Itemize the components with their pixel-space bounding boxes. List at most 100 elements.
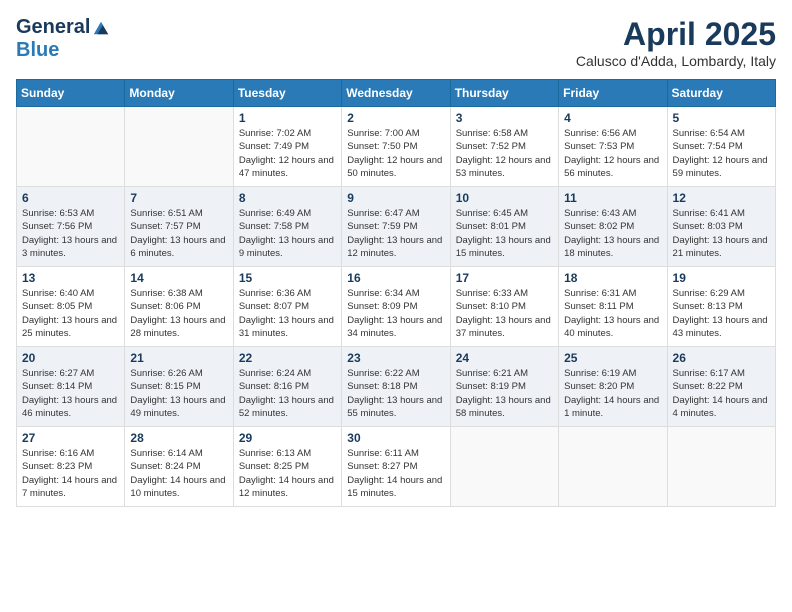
day-number: 18 [564, 271, 661, 285]
day-info: Sunrise: 6:41 AMSunset: 8:03 PMDaylight:… [673, 207, 770, 260]
day-number: 16 [347, 271, 444, 285]
calendar-cell: 15 Sunrise: 6:36 AMSunset: 8:07 PMDayligh… [233, 267, 341, 347]
calendar-cell: 2 Sunrise: 7:00 AMSunset: 7:50 PMDaylight… [342, 107, 450, 187]
day-info: Sunrise: 6:22 AMSunset: 8:18 PMDaylight:… [347, 367, 444, 420]
calendar-cell [667, 427, 775, 507]
day-info: Sunrise: 6:40 AMSunset: 8:05 PMDaylight:… [22, 287, 119, 340]
day-number: 8 [239, 191, 336, 205]
day-info: Sunrise: 6:27 AMSunset: 8:14 PMDaylight:… [22, 367, 119, 420]
day-info: Sunrise: 6:14 AMSunset: 8:24 PMDaylight:… [130, 447, 227, 500]
day-number: 2 [347, 111, 444, 125]
calendar-cell [450, 427, 558, 507]
calendar-cell: 4 Sunrise: 6:56 AMSunset: 7:53 PMDaylight… [559, 107, 667, 187]
day-info: Sunrise: 6:19 AMSunset: 8:20 PMDaylight:… [564, 367, 661, 420]
calendar-cell: 16 Sunrise: 6:34 AMSunset: 8:09 PMDayligh… [342, 267, 450, 347]
day-info: Sunrise: 6:38 AMSunset: 8:06 PMDaylight:… [130, 287, 227, 340]
day-info: Sunrise: 6:47 AMSunset: 7:59 PMDaylight:… [347, 207, 444, 260]
day-number: 7 [130, 191, 227, 205]
calendar-cell: 28 Sunrise: 6:14 AMSunset: 8:24 PMDayligh… [125, 427, 233, 507]
calendar-cell: 21Sunrise: 6:26 AMSunset: 8:15 PMDayligh… [125, 347, 233, 427]
week-row: 1Sunrise: 7:02 AMSunset: 7:49 PMDaylight… [17, 107, 776, 187]
calendar-cell: 25 Sunrise: 6:19 AMSunset: 8:20 PMDayligh… [559, 347, 667, 427]
week-row: 13 Sunrise: 6:40 AMSunset: 8:05 PMDayligh… [17, 267, 776, 347]
day-number: 10 [456, 191, 553, 205]
day-info: Sunrise: 6:31 AMSunset: 8:11 PMDaylight:… [564, 287, 661, 340]
day-info: Sunrise: 6:53 AMSunset: 7:56 PMDaylight:… [22, 207, 119, 260]
day-number: 11 [564, 191, 661, 205]
calendar-cell: 3 Sunrise: 6:58 AMSunset: 7:52 PMDaylight… [450, 107, 558, 187]
day-number: 15 [239, 271, 336, 285]
day-info: Sunrise: 7:02 AMSunset: 7:49 PMDaylight:… [239, 127, 336, 180]
day-number: 30 [347, 431, 444, 445]
day-info: Sunrise: 6:54 AMSunset: 7:54 PMDaylight:… [673, 127, 770, 180]
day-info: Sunrise: 6:51 AMSunset: 7:57 PMDaylight:… [130, 207, 227, 260]
logo-general: General [16, 16, 90, 39]
calendar-cell: 10Sunrise: 6:45 AMSunset: 8:01 PMDayligh… [450, 187, 558, 267]
week-row: 20 Sunrise: 6:27 AMSunset: 8:14 PMDayligh… [17, 347, 776, 427]
day-number: 17 [456, 271, 553, 285]
calendar-cell: 6 Sunrise: 6:53 AMSunset: 7:56 PMDaylight… [17, 187, 125, 267]
calendar-cell [559, 427, 667, 507]
week-row: 6 Sunrise: 6:53 AMSunset: 7:56 PMDaylight… [17, 187, 776, 267]
calendar: SundayMondayTuesdayWednesdayThursdayFrid… [16, 79, 776, 507]
calendar-cell: 11 Sunrise: 6:43 AMSunset: 8:02 PMDayligh… [559, 187, 667, 267]
day-number: 14 [130, 271, 227, 285]
day-info: Sunrise: 6:34 AMSunset: 8:09 PMDaylight:… [347, 287, 444, 340]
day-info: Sunrise: 6:16 AMSunset: 8:23 PMDaylight:… [22, 447, 119, 500]
calendar-cell: 20 Sunrise: 6:27 AMSunset: 8:14 PMDayligh… [17, 347, 125, 427]
day-number: 6 [22, 191, 119, 205]
header: General Blue April 2025 Calusco d'Adda, … [16, 16, 776, 69]
calendar-cell: 23 Sunrise: 6:22 AMSunset: 8:18 PMDayligh… [342, 347, 450, 427]
day-number: 26 [673, 351, 770, 365]
day-of-week-header: Friday [559, 80, 667, 107]
day-number: 28 [130, 431, 227, 445]
day-number: 22 [239, 351, 336, 365]
day-info: Sunrise: 6:56 AMSunset: 7:53 PMDaylight:… [564, 127, 661, 180]
day-of-week-header: Wednesday [342, 80, 450, 107]
calendar-cell [17, 107, 125, 187]
calendar-cell: 19Sunrise: 6:29 AMSunset: 8:13 PMDayligh… [667, 267, 775, 347]
day-info: Sunrise: 6:11 AMSunset: 8:27 PMDaylight:… [347, 447, 444, 500]
logo: General Blue [16, 16, 110, 62]
day-of-week-header: Saturday [667, 80, 775, 107]
day-info: Sunrise: 7:00 AMSunset: 7:50 PMDaylight:… [347, 127, 444, 180]
location: Calusco d'Adda, Lombardy, Italy [576, 53, 776, 69]
calendar-cell: 29 Sunrise: 6:13 AMSunset: 8:25 PMDayligh… [233, 427, 341, 507]
day-info: Sunrise: 6:24 AMSunset: 8:16 PMDaylight:… [239, 367, 336, 420]
day-number: 23 [347, 351, 444, 365]
day-number: 4 [564, 111, 661, 125]
calendar-cell: 5 Sunrise: 6:54 AMSunset: 7:54 PMDaylight… [667, 107, 775, 187]
logo-icon [92, 19, 110, 37]
calendar-cell: 17 Sunrise: 6:33 AMSunset: 8:10 PMDayligh… [450, 267, 558, 347]
day-info: Sunrise: 6:13 AMSunset: 8:25 PMDaylight:… [239, 447, 336, 500]
day-info: Sunrise: 6:43 AMSunset: 8:02 PMDaylight:… [564, 207, 661, 260]
calendar-header-row: SundayMondayTuesdayWednesdayThursdayFrid… [17, 80, 776, 107]
calendar-cell: 24Sunrise: 6:21 AMSunset: 8:19 PMDayligh… [450, 347, 558, 427]
calendar-cell: 1Sunrise: 7:02 AMSunset: 7:49 PMDaylight… [233, 107, 341, 187]
day-number: 13 [22, 271, 119, 285]
calendar-cell: 12Sunrise: 6:41 AMSunset: 8:03 PMDayligh… [667, 187, 775, 267]
day-number: 9 [347, 191, 444, 205]
day-of-week-header: Tuesday [233, 80, 341, 107]
calendar-cell: 22 Sunrise: 6:24 AMSunset: 8:16 PMDayligh… [233, 347, 341, 427]
day-info: Sunrise: 6:17 AMSunset: 8:22 PMDaylight:… [673, 367, 770, 420]
day-number: 29 [239, 431, 336, 445]
week-row: 27Sunrise: 6:16 AMSunset: 8:23 PMDayligh… [17, 427, 776, 507]
calendar-cell [125, 107, 233, 187]
day-number: 25 [564, 351, 661, 365]
day-number: 20 [22, 351, 119, 365]
day-info: Sunrise: 6:36 AMSunset: 8:07 PMDaylight:… [239, 287, 336, 340]
day-number: 5 [673, 111, 770, 125]
day-of-week-header: Thursday [450, 80, 558, 107]
day-info: Sunrise: 6:21 AMSunset: 8:19 PMDaylight:… [456, 367, 553, 420]
calendar-cell: 26 Sunrise: 6:17 AMSunset: 8:22 PMDayligh… [667, 347, 775, 427]
day-info: Sunrise: 6:26 AMSunset: 8:15 PMDaylight:… [130, 367, 227, 420]
day-info: Sunrise: 6:58 AMSunset: 7:52 PMDaylight:… [456, 127, 553, 180]
calendar-cell: 8Sunrise: 6:49 AMSunset: 7:58 PMDaylight… [233, 187, 341, 267]
day-number: 3 [456, 111, 553, 125]
calendar-cell: 13 Sunrise: 6:40 AMSunset: 8:05 PMDayligh… [17, 267, 125, 347]
calendar-cell: 14 Sunrise: 6:38 AMSunset: 8:06 PMDayligh… [125, 267, 233, 347]
month-title: April 2025 [576, 16, 776, 53]
day-number: 19 [673, 271, 770, 285]
day-info: Sunrise: 6:33 AMSunset: 8:10 PMDaylight:… [456, 287, 553, 340]
